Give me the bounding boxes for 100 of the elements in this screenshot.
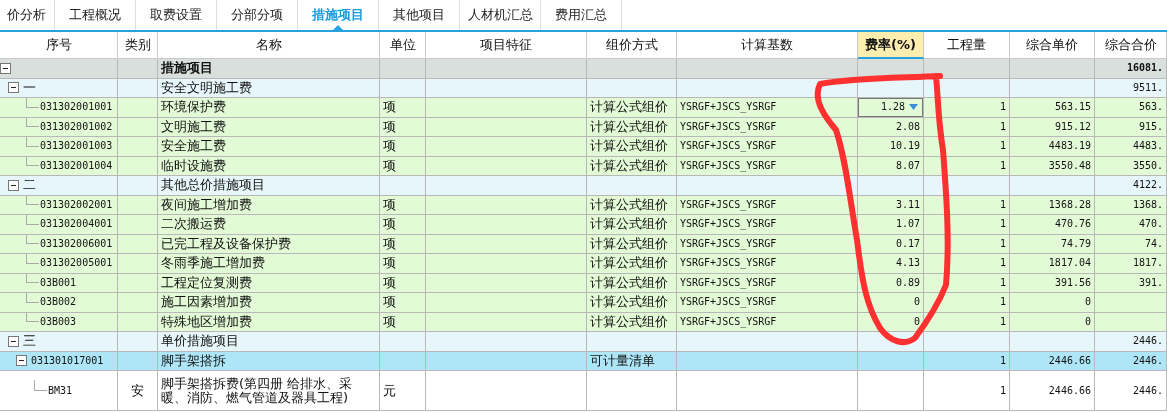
quantity-cell: 1 <box>924 293 1010 313</box>
tab[interactable]: 价分析 <box>0 0 55 30</box>
tab[interactable]: 费用汇总 <box>541 0 622 30</box>
collapse-icon[interactable] <box>8 179 19 191</box>
row-code: 031302001004 <box>40 158 113 173</box>
row-code: 一 <box>23 80 36 95</box>
price-cell: 470.76 <box>1010 215 1095 235</box>
name-cell: 施工因素增加费 <box>158 293 380 313</box>
quantity-cell: 1 <box>924 371 1010 411</box>
column-header[interactable]: 项目特征 <box>426 32 587 59</box>
quantity-cell: 1 <box>924 215 1010 235</box>
unit-cell: 项 <box>380 137 426 157</box>
total-cell: 470. <box>1095 215 1167 235</box>
price-cell: 0 <box>1010 293 1095 313</box>
tree-line <box>34 380 47 391</box>
column-header[interactable]: 名称 <box>158 32 380 59</box>
column-header[interactable]: 单位 <box>380 32 426 59</box>
table-row[interactable]: 031302005001 冬雨季施工增加费 项 计算公式组价 YSRGF+JSCS_YSRGF 4.13 1 1817.04 1817. <box>0 254 1167 274</box>
table-row[interactable]: 措施项目 16081. <box>0 59 1167 79</box>
tab[interactable]: 分部分项 <box>217 0 298 30</box>
base-cell: YSRGF+JSCS_YSRGF <box>677 98 858 118</box>
total-cell: 4483. <box>1095 137 1167 157</box>
table-row[interactable]: 03B002 施工因素增加费 项 计算公式组价 YSRGF+JSCS_YSRGF 0 1 0 <box>0 293 1167 313</box>
tab[interactable]: 其他项目 <box>379 0 460 30</box>
rate-cell: 1.07 <box>858 215 924 235</box>
name-cell: 二次搬运费 <box>158 215 380 235</box>
total-cell: 4122. <box>1095 176 1167 196</box>
column-header[interactable]: 综合单价 <box>1010 32 1095 59</box>
tree-line <box>26 312 39 323</box>
row-code: BM31 <box>48 383 73 398</box>
tree-line <box>26 273 39 284</box>
quantity-cell: 1 <box>924 137 1010 157</box>
table-row[interactable]: 三 单价措施项目 2446. <box>0 332 1167 352</box>
collapse-icon[interactable] <box>8 335 19 347</box>
table-row[interactable]: 031302001001 环境保护费 项 计算公式组价 YSRGF+JSCS_YSRGF 1.28 1 563.15 563. <box>0 98 1167 118</box>
column-header[interactable]: 序号 <box>0 32 118 59</box>
tree-line <box>26 293 39 303</box>
table-row[interactable]: BM31 安 脚手架搭拆费(第四册 给排水、采暖、消防、燃气管道及器具工程) 元 1 2446.66 2446. <box>0 371 1167 411</box>
column-header[interactable]: 费率(%) <box>858 32 924 59</box>
column-header[interactable]: 工程量 <box>924 32 1010 59</box>
collapse-icon[interactable] <box>16 355 27 367</box>
tree-line <box>26 137 39 147</box>
row-code: 031302005001 <box>40 256 113 271</box>
tree-line <box>26 98 39 108</box>
unit-cell: 项 <box>380 254 426 274</box>
method-cell: 计算公式组价 <box>587 98 677 118</box>
base-cell: YSRGF+JSCS_YSRGF <box>677 215 858 235</box>
quantity-cell: 1 <box>924 254 1010 274</box>
table-row[interactable]: 031302004001 二次搬运费 项 计算公式组价 YSRGF+JSCS_YSRGF 1.07 1 470.76 470. <box>0 215 1167 235</box>
tree-line <box>26 117 39 128</box>
rate-cell: 4.13 <box>858 254 924 274</box>
total-cell: 2446. <box>1095 332 1167 352</box>
unit-cell: 元 <box>380 371 426 411</box>
name-cell: 脚手架搭拆费(第四册 给排水、采暖、消防、燃气管道及器具工程) <box>158 371 380 411</box>
collapse-icon[interactable] <box>0 62 11 74</box>
price-cell: 563.15 <box>1010 98 1095 118</box>
tab[interactable]: 人材机汇总 <box>460 0 541 30</box>
tree-line <box>26 156 39 167</box>
table-row[interactable]: 二 其他总价措施项目 4122. <box>0 176 1167 196</box>
method-cell: 计算公式组价 <box>587 137 677 157</box>
table-row[interactable]: 031302001003 安全施工费 项 计算公式组价 YSRGF+JSCS_YSRGF 10.19 1 4483.19 4483. <box>0 137 1167 157</box>
tab[interactable]: 工程概况 <box>55 0 136 30</box>
column-header[interactable]: 计算基数 <box>677 32 858 59</box>
row-code: 三 <box>23 334 36 349</box>
column-header[interactable]: 组价方式 <box>587 32 677 59</box>
tree-line <box>26 254 39 264</box>
name-cell: 冬雨季施工增加费 <box>158 254 380 274</box>
total-cell: 1817. <box>1095 254 1167 274</box>
tree-line <box>26 195 39 206</box>
rate-dropdown[interactable]: 1.28 <box>858 98 923 117</box>
tree-line <box>26 234 39 245</box>
name-cell: 措施项目 <box>158 59 380 79</box>
row-code: 031302001001 <box>40 100 113 115</box>
collapse-icon[interactable] <box>8 82 19 94</box>
unit-cell: 项 <box>380 98 426 118</box>
rate-cell: 10.19 <box>858 137 924 157</box>
method-cell: 计算公式组价 <box>587 254 677 274</box>
tab[interactable]: 取费设置 <box>136 0 217 30</box>
row-code: 二 <box>23 178 36 193</box>
row-code: 03B002 <box>40 295 77 310</box>
name-cell: 环境保护费 <box>158 98 380 118</box>
row-code: 03B001 <box>40 275 77 290</box>
price-cell: 1817.04 <box>1010 254 1095 274</box>
method-cell: 计算公式组价 <box>587 215 677 235</box>
name-cell: 安全施工费 <box>158 137 380 157</box>
row-code: 031302006001 <box>40 236 113 251</box>
total-cell: 16081. <box>1095 59 1167 79</box>
name-cell: 其他总价措施项目 <box>158 176 380 196</box>
price-cell: 2446.66 <box>1010 371 1095 411</box>
name-cell: 单价措施项目 <box>158 332 380 352</box>
total-cell: 563. <box>1095 98 1167 118</box>
table-row[interactable]: 031301017001 脚手架搭拆 可计量清单 1 2446.66 2446. <box>0 351 1167 371</box>
column-header[interactable]: 类别 <box>118 32 158 59</box>
unit-cell: 项 <box>380 215 426 235</box>
total-cell: 2446. <box>1095 371 1167 411</box>
column-header[interactable]: 综合合价 <box>1095 32 1167 59</box>
quantity-cell: 1 <box>924 98 1010 118</box>
row-code: 031302002001 <box>40 197 113 212</box>
row-code: 031302001003 <box>40 139 113 154</box>
unit-cell: 项 <box>380 293 426 313</box>
